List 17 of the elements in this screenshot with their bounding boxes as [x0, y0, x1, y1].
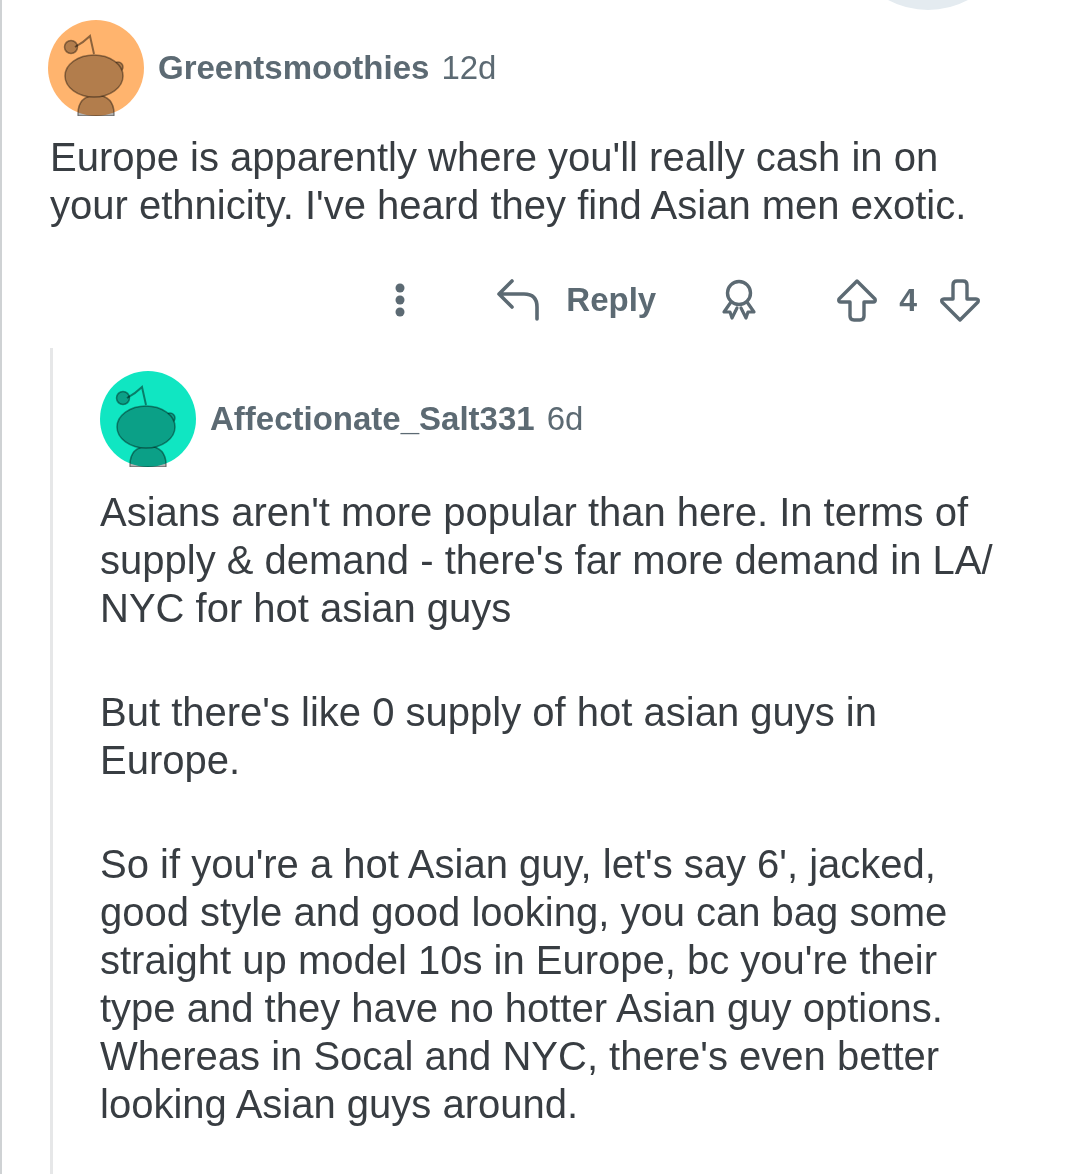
more-options-button[interactable]	[395, 283, 406, 317]
timestamp: 12d	[441, 49, 497, 87]
vertical-dots-icon	[395, 283, 406, 317]
username[interactable]: Greentsmoothies	[158, 49, 430, 87]
comment-text: So if you're a hot Asian guy, let's say 6', jacked, good style and good looking, you can bag some straight up model 10s in Europe, bc you're their type and they have no hotter Asian guy options. Whereas in Socal and NYC, there's even better looking Asian guys around.	[100, 841, 949, 1128]
comment-text: Europe is apparently where you'll really cash in on your ethnicity. I've heard they find Asian men exotic.	[50, 134, 968, 229]
timestamp: 6d	[546, 400, 584, 438]
upvote-button[interactable]	[836, 278, 879, 322]
downvote-arrow-icon	[939, 278, 981, 322]
comment-text: Asians aren't more popular than here. In terms of supply & demand - there's far more demand in LA/NYC for hot asian guys	[100, 489, 994, 632]
comment-text: But there's like 0 supply of hot asian guys in Europe.	[100, 689, 878, 784]
upvote-arrow-icon	[836, 278, 879, 322]
vote-count: 4	[899, 281, 917, 319]
username[interactable]: Affectionate_Salt331	[210, 400, 535, 438]
downvote-button[interactable]	[939, 278, 981, 322]
reply-arrow-icon	[496, 279, 541, 321]
reply-button[interactable]: Reply	[496, 279, 657, 321]
